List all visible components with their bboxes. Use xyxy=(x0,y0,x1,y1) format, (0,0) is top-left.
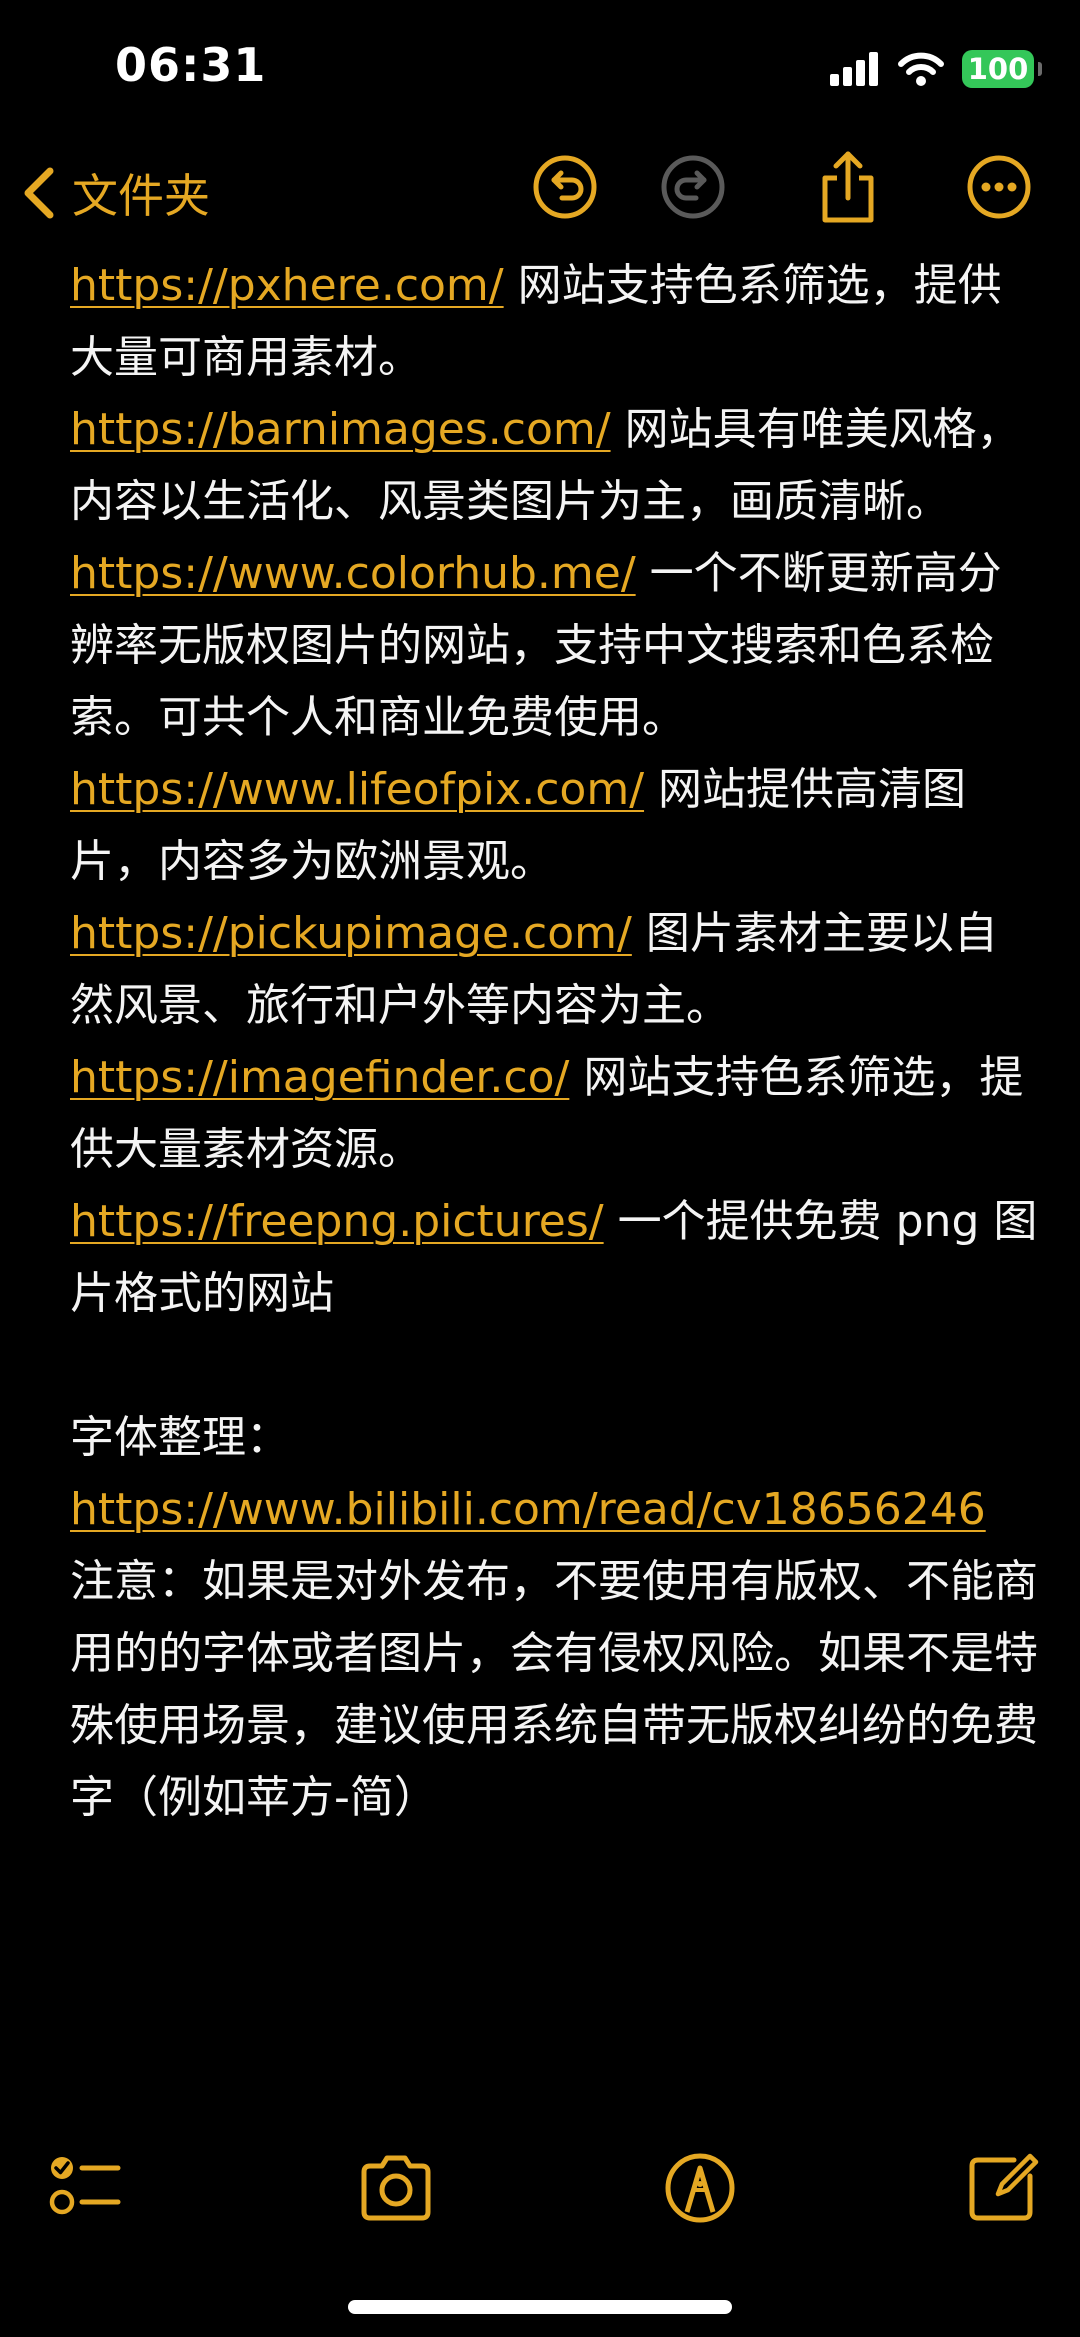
resource-link[interactable]: https://www.colorhub.me/ xyxy=(70,548,636,599)
status-bar: 06:31 100 xyxy=(0,0,1080,130)
resource-entry: https://www.lifeofpix.com/ 网站提供高清图片，内容多为… xyxy=(70,754,1040,898)
resource-entry: https://pickupimage.com/ 图片素材主要以自然风景、旅行和… xyxy=(70,898,1040,1042)
battery-indicator: 100 xyxy=(962,50,1042,88)
battery-level: 100 xyxy=(967,52,1029,86)
resource-link[interactable]: https://www.lifeofpix.com/ xyxy=(70,764,644,815)
back-button-label: 文件夹 xyxy=(72,169,210,223)
camera-icon[interactable] xyxy=(358,2150,434,2226)
resource-entry: https://pxhere.com/ 网站支持色系筛选，提供大量可商用素材。 xyxy=(70,250,1040,394)
status-time: 06:31 xyxy=(115,38,267,92)
chevron-left-icon xyxy=(24,167,54,219)
fonts-link[interactable]: https://www.bilibili.com/read/cv18656246 xyxy=(70,1484,986,1535)
more-icon[interactable] xyxy=(966,154,1032,220)
markup-icon[interactable] xyxy=(662,2150,738,2226)
note-body[interactable]: https://pxhere.com/ 网站支持色系筛选，提供大量可商用素材。 … xyxy=(70,250,1040,1834)
resource-link[interactable]: https://pxhere.com/ xyxy=(70,260,504,311)
resource-entry: https://imagefinder.co/ 网站支持色系筛选，提供大量素材资… xyxy=(70,1042,1040,1186)
fonts-heading: 字体整理： xyxy=(70,1412,290,1463)
share-icon[interactable] xyxy=(815,150,881,224)
resource-entry: https://www.colorhub.me/ 一个不断更新高分辨率无版权图片… xyxy=(70,538,1040,754)
cellular-signal-icon xyxy=(830,52,878,86)
resource-entry: https://barnimages.com/ 网站具有唯美风格，内容以生活化、… xyxy=(70,394,1040,538)
copyright-notice: 注意：如果是对外发布，不要使用有版权、不能商用的的字体或者图片，会有侵权风险。如… xyxy=(70,1556,1038,1823)
battery-cap xyxy=(1038,62,1042,76)
status-icons: 100 xyxy=(830,48,1042,90)
checklist-icon[interactable] xyxy=(48,2150,124,2226)
navigation-bar: 文件夹 xyxy=(0,140,1080,240)
resource-link[interactable]: https://barnimages.com/ xyxy=(70,404,611,455)
fonts-link-line: https://www.bilibili.com/read/cv18656246 xyxy=(70,1474,1040,1546)
resource-link[interactable]: https://imagefinder.co/ xyxy=(70,1052,569,1103)
resource-link[interactable]: https://pickupimage.com/ xyxy=(70,908,632,959)
wifi-icon xyxy=(898,52,944,86)
redo-icon[interactable] xyxy=(660,154,726,220)
resource-entry: https://freepng.pictures/ 一个提供免费 png 图片格… xyxy=(70,1186,1040,1330)
undo-icon[interactable] xyxy=(532,154,598,220)
home-indicator[interactable] xyxy=(348,2300,732,2314)
resource-link[interactable]: https://freepng.pictures/ xyxy=(70,1196,604,1247)
back-button[interactable]: 文件夹 xyxy=(20,160,210,226)
compose-icon[interactable] xyxy=(964,2150,1040,2226)
